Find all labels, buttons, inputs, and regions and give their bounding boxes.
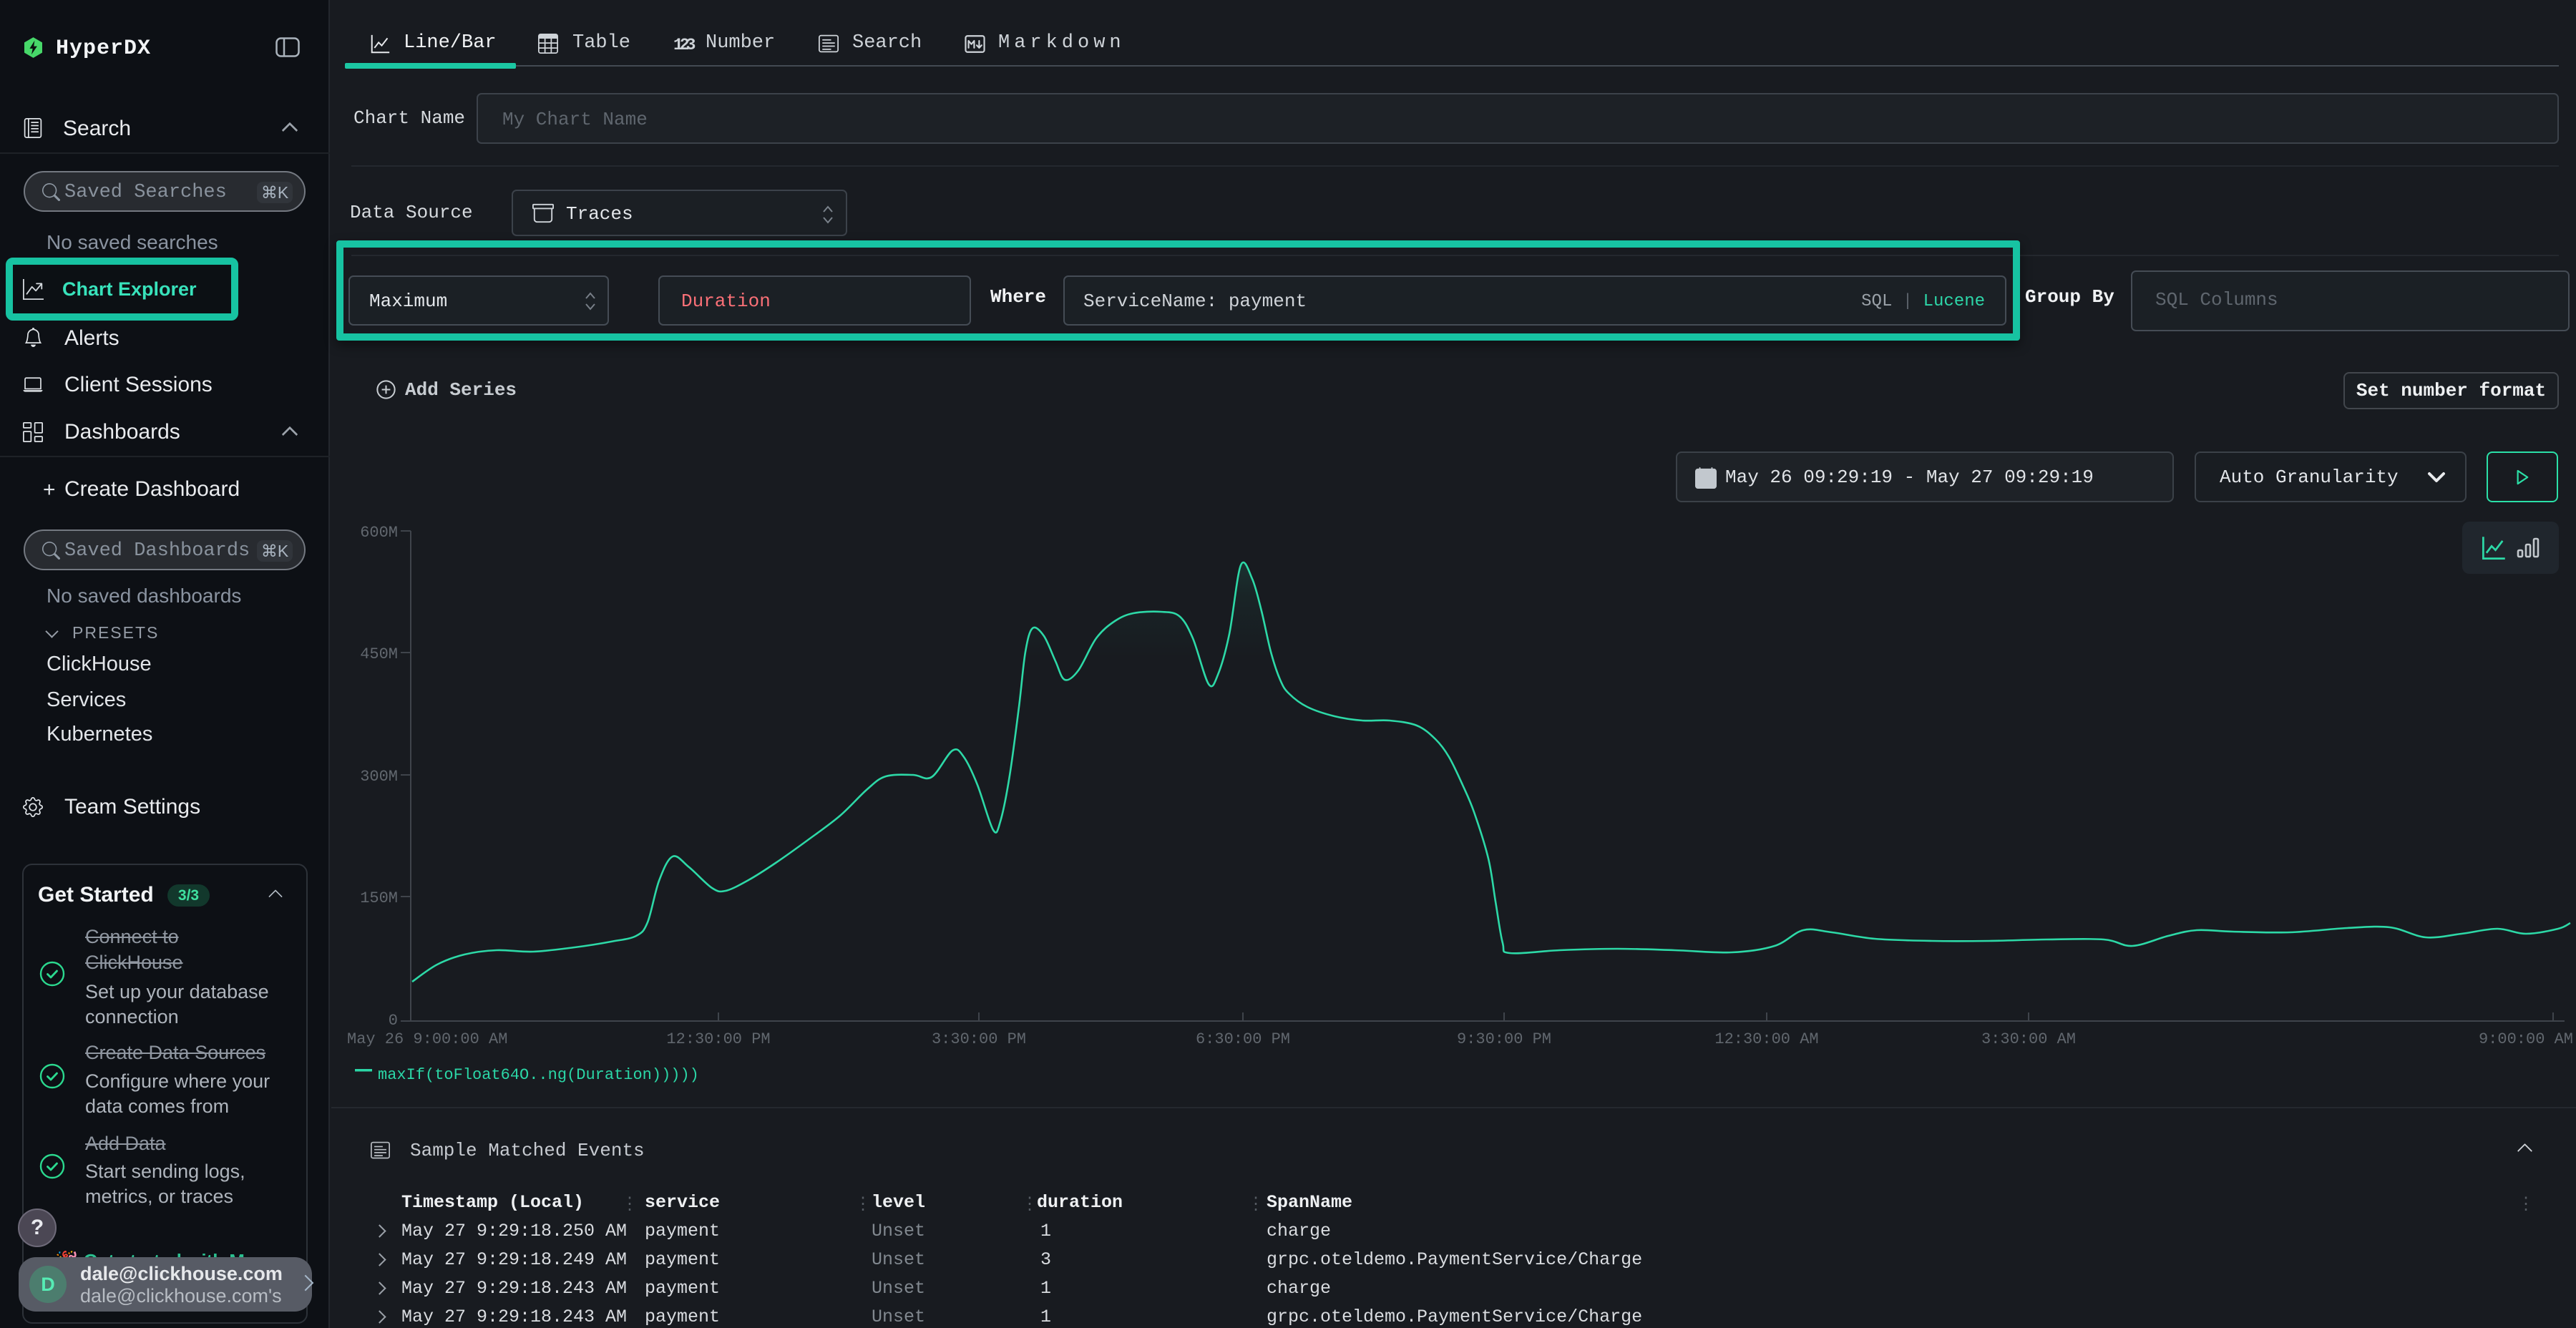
svg-text:12:30:00 PM: 12:30:00 PM (666, 1030, 770, 1048)
svg-text:May 26 9:00:00 AM: May 26 9:00:00 AM (347, 1030, 507, 1048)
svg-text:600M: 600M (360, 524, 398, 542)
svg-text:9:30:00 PM: 9:30:00 PM (1457, 1030, 1551, 1048)
svg-text:9:00:00 AM: 9:00:00 AM (2479, 1030, 2573, 1048)
svg-text:450M: 450M (360, 645, 398, 663)
svg-text:3:30:00 AM: 3:30:00 AM (1981, 1030, 2076, 1048)
svg-text:6:30:00 PM: 6:30:00 PM (1196, 1030, 1290, 1048)
svg-text:300M: 300M (360, 768, 398, 786)
svg-text:150M: 150M (360, 889, 398, 907)
svg-text:0: 0 (389, 1012, 398, 1030)
svg-text:12:30:00 AM: 12:30:00 AM (1714, 1030, 1818, 1048)
svg-text:maxIf(toFloat64O..ng(Duration): maxIf(toFloat64O..ng(Duration))))) (378, 1066, 699, 1084)
svg-text:3:30:00 PM: 3:30:00 PM (932, 1030, 1026, 1048)
